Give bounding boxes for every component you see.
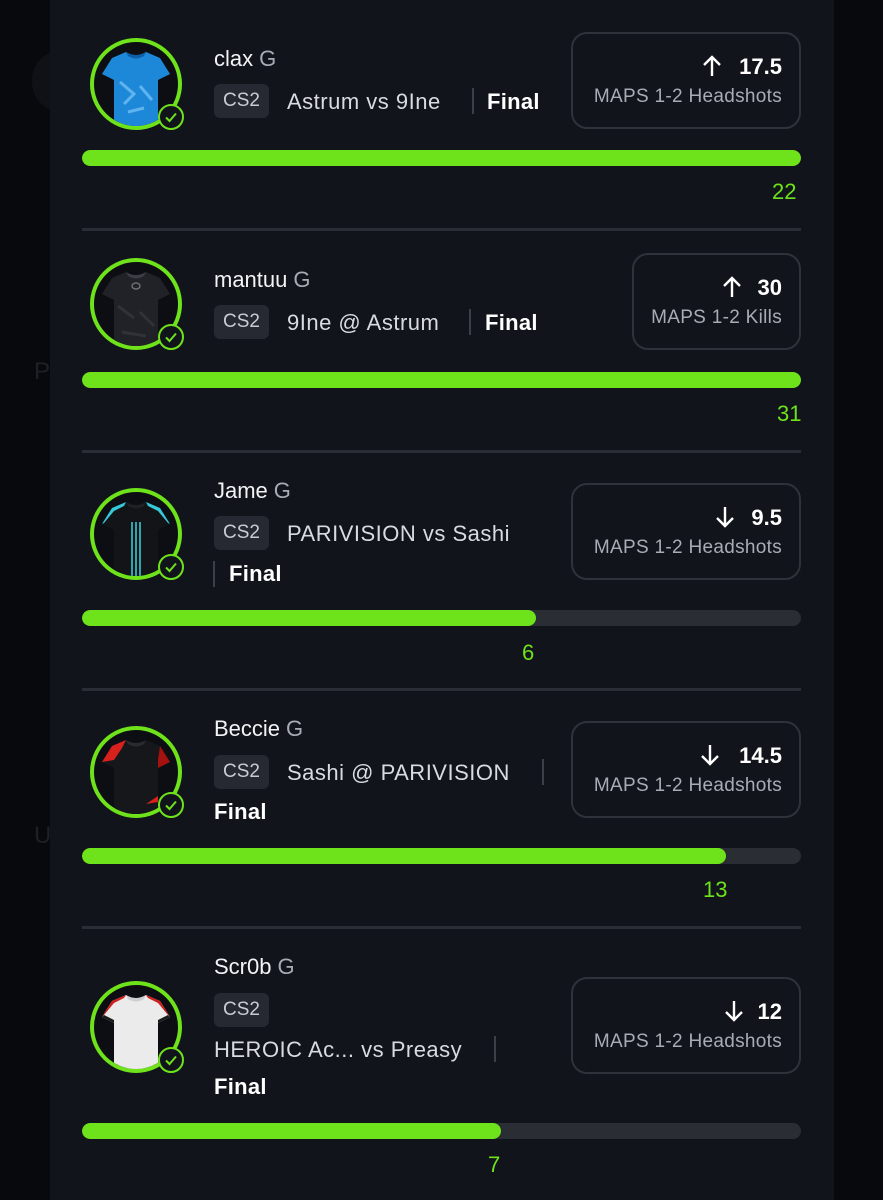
matchup-text: Sashi @ PARIVISION: [287, 760, 510, 785]
game-status: Final: [214, 799, 267, 824]
progress-fill: [82, 848, 727, 864]
matchup-text: 9Ine @ Astrum: [287, 310, 440, 335]
game-status: Final: [214, 1074, 267, 1099]
projection-card[interactable]: 12 MAPS 1-2 Headshots: [571, 977, 801, 1074]
projection-card[interactable]: 14.5 MAPS 1-2 Headshots: [571, 721, 801, 818]
row-divider: [82, 926, 801, 929]
projection-card[interactable]: 9.5 MAPS 1-2 Headshots: [571, 483, 801, 580]
actual-value: 31: [777, 401, 802, 426]
verified-check-icon: [158, 104, 184, 130]
progress-track: [82, 1123, 801, 1139]
verified-check-icon: [158, 554, 184, 580]
progress-fill: [82, 372, 801, 388]
arrow-down-icon: [725, 1001, 743, 1022]
matchup-text: Astrum vs 9Ine: [287, 89, 441, 114]
separator: [213, 561, 215, 587]
player-name: Jame: [214, 478, 268, 503]
matchup-text: PARIVISION vs Sashi: [287, 521, 511, 546]
row-divider: [82, 450, 801, 453]
actual-value: 7: [488, 1152, 501, 1177]
projection-line: 9.5: [751, 505, 782, 530]
player-name-line: Jame G: [214, 478, 291, 504]
arrow-down-icon: [716, 507, 734, 528]
row-divider: [82, 688, 801, 691]
background-letter-u: U: [34, 822, 52, 849]
player-position: G: [286, 716, 304, 741]
separator: [542, 759, 544, 785]
stat-type: MAPS 1-2 Headshots: [593, 775, 782, 796]
player-name-line: mantuu G: [214, 267, 311, 293]
projection-card[interactable]: 17.5 MAPS 1-2 Headshots: [571, 32, 801, 129]
separator: [494, 1036, 496, 1062]
progress-fill: [82, 1123, 502, 1139]
game-badge: CS2: [214, 305, 269, 339]
player-name-line: Beccie G: [214, 716, 303, 742]
stat-type: MAPS 1-2 Headshots: [593, 1031, 782, 1052]
game-status: Final: [487, 89, 540, 114]
stat-type: MAPS 1-2 Kills: [651, 307, 782, 328]
progress-track: [82, 150, 801, 166]
arrow-up-icon: [703, 55, 721, 76]
matchup-text: HEROIC Ac... vs Preasy: [214, 1037, 463, 1062]
game-status: Final: [485, 310, 538, 335]
game-badge: CS2: [214, 84, 269, 118]
progress-fill: [82, 610, 537, 626]
row-divider: [82, 228, 801, 231]
player-name: Beccie: [214, 716, 281, 741]
game-badge: CS2: [214, 993, 269, 1027]
stat-type: MAPS 1-2 Headshots: [593, 86, 782, 107]
separator: [472, 88, 474, 114]
game-badge: CS2: [214, 516, 269, 550]
separator: [469, 309, 471, 335]
projection-line: 12: [757, 999, 782, 1024]
progress-track: [82, 610, 801, 626]
verified-check-icon: [158, 324, 184, 350]
progress-fill: [82, 150, 801, 166]
player-name-line: Scr0b G: [214, 954, 295, 980]
player-name-line: clax G: [214, 46, 276, 72]
projection-line: 17.5: [739, 54, 782, 79]
actual-value: 13: [703, 877, 728, 902]
player-name: mantuu: [214, 267, 288, 292]
player-name: Scr0b: [214, 954, 272, 979]
progress-track: [82, 372, 801, 388]
player-name: clax: [214, 46, 254, 71]
stat-type: MAPS 1-2 Headshots: [593, 537, 782, 558]
actual-value: 6: [522, 640, 535, 665]
game-status: Final: [229, 561, 282, 586]
player-position: G: [273, 478, 291, 503]
verified-check-icon: [158, 792, 184, 818]
actual-value: 22: [772, 179, 797, 204]
verified-check-icon: [158, 1047, 184, 1073]
player-position: G: [277, 954, 295, 979]
arrow-down-icon: [701, 745, 719, 766]
projection-line: 14.5: [739, 743, 782, 768]
player-position: G: [293, 267, 311, 292]
arrow-up-icon: [723, 276, 741, 297]
player-position: G: [259, 46, 277, 71]
projection-card[interactable]: 30 MAPS 1-2 Kills: [632, 253, 801, 350]
progress-track: [82, 848, 801, 864]
game-badge: CS2: [214, 755, 269, 789]
projection-line: 30: [757, 275, 782, 300]
background-letter-p: P: [34, 358, 51, 385]
picks-sheet: clax G CS2 Astrum vs 9Ine Final 17.5 MAPS…: [50, 0, 834, 1200]
